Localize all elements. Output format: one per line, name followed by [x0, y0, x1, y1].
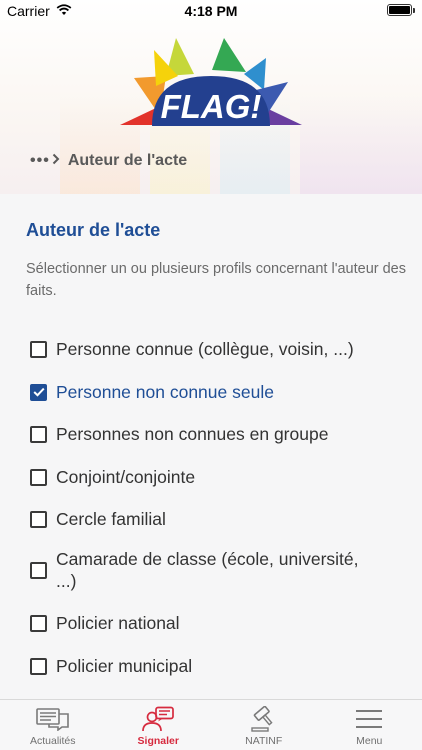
option-camarade-de-classe[interactable]: Camarade de classe (école, université, .…: [30, 548, 400, 592]
tab-label: Signaler: [137, 735, 179, 747]
checkbox-checked[interactable]: [30, 383, 47, 401]
chevron-right-icon: [52, 152, 60, 170]
breadcrumb[interactable]: ••• Auteur de l'acte: [30, 152, 187, 170]
battery-icon: [387, 4, 415, 16]
status-time: 4:18 PM: [184, 3, 238, 19]
option-label: Conjoint/conjointe: [56, 467, 196, 487]
option-label: Cercle familial: [56, 509, 166, 529]
main-content: Auteur de l'acte Sélectionner un ou plus…: [0, 194, 422, 699]
tab-actualites[interactable]: Actualités: [0, 700, 106, 750]
menu-icon: [354, 706, 384, 732]
status-bar: Carrier 4:18 PM: [0, 0, 422, 22]
section-title: Auteur de l'acte: [26, 220, 161, 240]
option-label: Personne connue (collègue, voisin, ...): [56, 339, 354, 359]
news-icon: [35, 706, 71, 732]
option-personnes-en-groupe[interactable]: Personnes non connues en groupe: [30, 423, 400, 445]
screen: FLAG! ••• Auteur de l'acte Carrier 4:18 …: [0, 0, 422, 750]
breadcrumb-current: Auteur de l'acte: [67, 152, 188, 169]
tab-label: Menu: [356, 735, 383, 747]
flag-logo: FLAG!: [120, 38, 302, 126]
option-personne-connue[interactable]: Personne connue (collègue, voisin, ...): [30, 338, 400, 360]
tab-menu[interactable]: Menu: [317, 700, 422, 750]
check-icon: [33, 387, 45, 397]
tab-bar: Actualités Signaler NATINF Menu: [0, 699, 422, 750]
option-label: Personnes non connues en groupe: [56, 424, 329, 444]
checkbox[interactable]: [30, 561, 47, 579]
breadcrumb-ellipsis[interactable]: •••: [30, 152, 50, 170]
option-policier-municipal[interactable]: Policier municipal: [30, 655, 400, 677]
checkbox[interactable]: [30, 510, 47, 528]
logo-text: FLAG!: [161, 88, 262, 125]
option-label: Policier national: [56, 613, 180, 633]
light-beam: [300, 95, 422, 194]
option-conjoint[interactable]: Conjoint/conjointe: [30, 466, 400, 488]
option-label: Personne non connue seule: [56, 382, 274, 402]
option-cercle-familial[interactable]: Cercle familial: [30, 508, 400, 530]
checkbox[interactable]: [30, 468, 47, 486]
tab-label: NATINF: [245, 735, 283, 747]
section-description: Sélectionner un ou plusieurs profils con…: [26, 261, 406, 299]
option-label: Policier municipal: [56, 656, 193, 676]
checkbox[interactable]: [30, 657, 47, 675]
gavel-icon: [249, 706, 279, 732]
header-banner: FLAG! ••• Auteur de l'acte: [0, 0, 422, 194]
report-icon: [140, 706, 176, 732]
option-personne-non-connue-seule[interactable]: Personne non connue seule: [30, 381, 400, 403]
option-label: Camarade de classe (école, université, .…: [56, 549, 359, 591]
checkbox[interactable]: [30, 425, 47, 443]
checkbox[interactable]: [30, 614, 47, 632]
tab-signaler[interactable]: Signaler: [106, 700, 212, 750]
checkbox[interactable]: [30, 340, 47, 358]
tab-label: Actualités: [29, 735, 76, 747]
option-policier-national[interactable]: Policier national: [30, 612, 400, 634]
tab-natinf[interactable]: NATINF: [211, 700, 317, 750]
